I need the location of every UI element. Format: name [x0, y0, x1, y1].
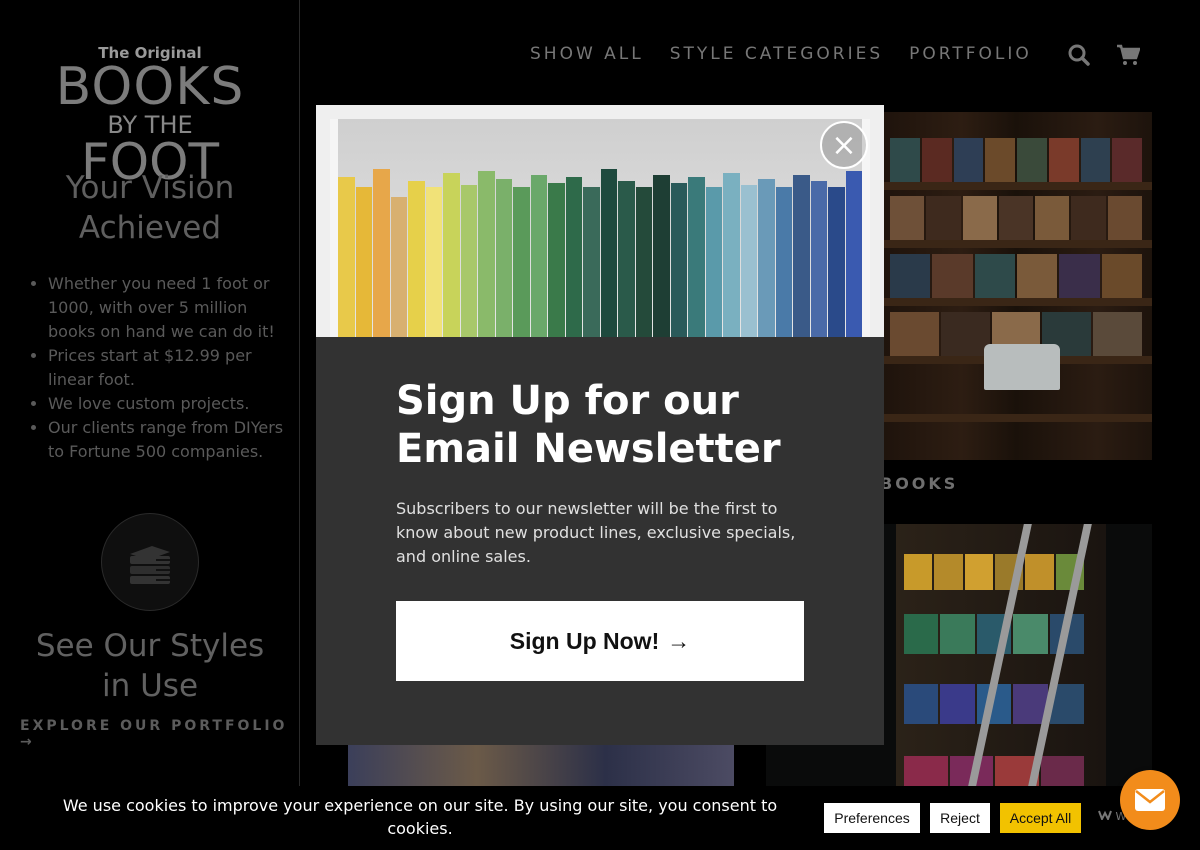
sign-up-button[interactable]: Sign Up Now! →	[396, 601, 804, 681]
rainbow-bookshelf-image: ×	[316, 105, 884, 337]
mail-icon	[1135, 789, 1165, 811]
logo-line-2: BOOKS	[55, 57, 245, 117]
gallery-label: BOOKS	[880, 474, 959, 493]
sign-up-button-label: Sign Up Now!	[509, 627, 660, 654]
nav-icons	[1068, 44, 1141, 70]
cookie-reject-button[interactable]: Reject	[930, 803, 990, 833]
library-photo[interactable]	[880, 112, 1152, 460]
main-nav: SHOW ALL STYLE CATEGORIES PORTFOLIO	[530, 44, 1032, 64]
cookie-banner: We use cookies to improve your experienc…	[0, 786, 1200, 850]
search-icon[interactable]	[1068, 44, 1090, 70]
modal-title: Sign Up for our Email Newsletter	[396, 378, 781, 472]
nav-portfolio[interactable]: PORTFOLIO	[909, 44, 1032, 64]
explore-portfolio-link[interactable]: EXPLORE OUR PORTFOLIO →	[20, 718, 299, 750]
cookie-text: We use cookies to improve your experienc…	[62, 796, 778, 838]
modal-description: Subscribers to our newsletter will be th…	[396, 499, 796, 566]
nav-show-all[interactable]: SHOW ALL	[530, 44, 644, 64]
feature-item: Our clients range from DIYers to Fortune…	[48, 416, 292, 464]
feature-list: Whether you need 1 foot or 1000, with ov…	[30, 272, 292, 464]
nav-style-categories[interactable]: STYLE CATEGORIES	[670, 44, 883, 64]
feature-item: We love custom projects.	[48, 392, 292, 416]
sidebar: The Original BOOKS BY THE FOOT Your Visi…	[0, 0, 300, 850]
feature-item: Whether you need 1 foot or 1000, with ov…	[48, 272, 292, 344]
chat-mail-button[interactable]	[1120, 770, 1180, 830]
feature-item: Prices start at $12.99 per linear foot.	[48, 344, 292, 392]
close-modal-button[interactable]: ×	[820, 121, 868, 169]
book-stack-icon	[101, 513, 199, 611]
sidebar-headline: Your Vision Achieved	[65, 170, 235, 246]
bookstack-photo[interactable]	[348, 745, 734, 786]
arrow-right-icon: →	[667, 627, 691, 654]
newsletter-modal: × Sign Up for our Email Newsletter Subsc…	[316, 105, 884, 745]
cart-icon[interactable]	[1116, 44, 1141, 70]
cookie-accept-button[interactable]: Accept All	[1000, 803, 1081, 833]
lamp-shade	[984, 344, 1060, 390]
see-styles-heading: See Our Styles in Use	[35, 628, 265, 704]
site-logo[interactable]: The Original BOOKS BY THE FOOT	[48, 44, 252, 187]
cookie-preferences-button[interactable]: Preferences	[824, 803, 920, 833]
